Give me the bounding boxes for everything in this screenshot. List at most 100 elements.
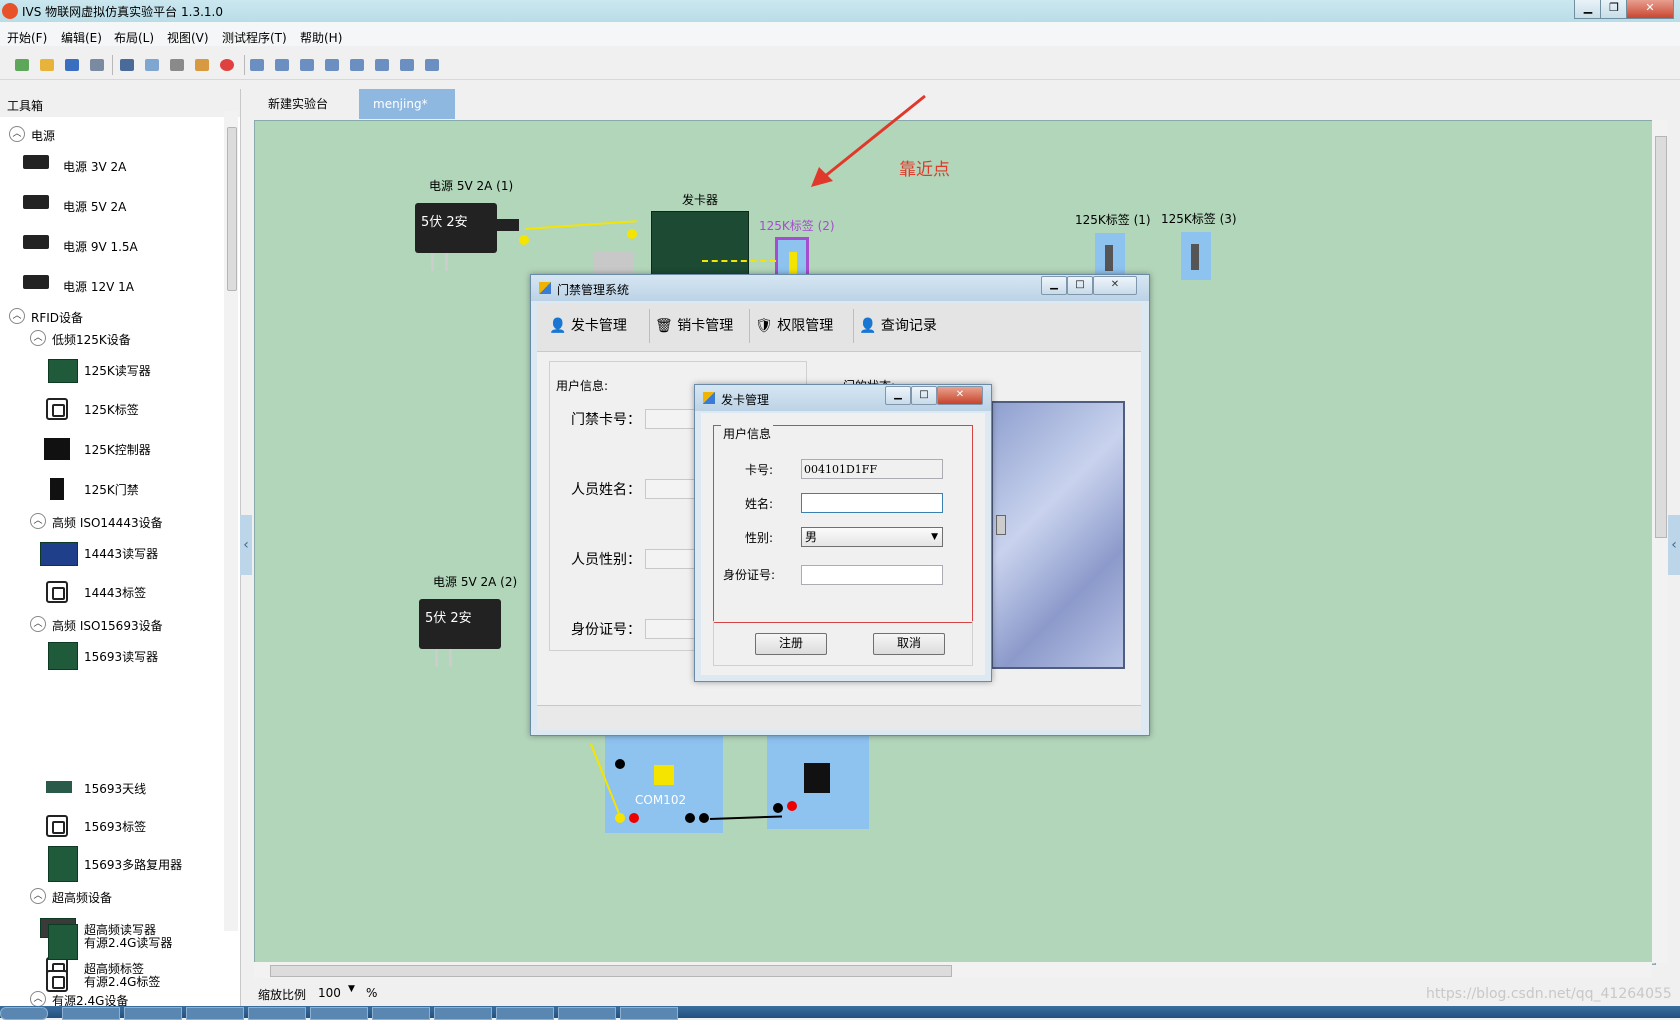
id-number-label: 身份证号：: [571, 622, 641, 638]
register-button[interactable]: 注册: [755, 633, 827, 655]
maximize-button[interactable]: □: [911, 386, 937, 405]
menu-help[interactable]: 帮助(H): [300, 29, 342, 46]
card-number-field[interactable]: [645, 409, 697, 429]
cut-icon[interactable]: [120, 59, 134, 71]
wire-endpoint[interactable]: [519, 235, 529, 245]
tool-label: 有源2.4G标签: [84, 975, 161, 989]
paste-icon[interactable]: [195, 59, 209, 71]
tab-new-bench[interactable]: 新建实验台: [254, 89, 343, 119]
canvas-hscrollbar[interactable]: [254, 962, 1652, 978]
collapse-icon[interactable]: ︿: [30, 513, 46, 529]
power-supply-2[interactable]: 5伏 2安: [419, 599, 501, 649]
taskbar-app[interactable]: [496, 1007, 554, 1020]
copy-icon[interactable]: [145, 59, 159, 71]
menu-layout[interactable]: 布局(L): [114, 29, 154, 46]
align-bottom-icon[interactable]: [300, 59, 314, 71]
maximize-button[interactable]: ❐: [1600, 0, 1628, 19]
collapse-right-icon[interactable]: ‹: [1668, 515, 1680, 575]
collapse-left-icon[interactable]: ‹: [240, 515, 252, 575]
minimize-button[interactable]: ▁: [1574, 0, 1602, 19]
maximize-button[interactable]: □: [1067, 276, 1093, 295]
close-button[interactable]: ✕: [1093, 276, 1137, 295]
tab-menjing[interactable]: menjing*: [359, 89, 455, 119]
zoom-value[interactable]: 100: [318, 986, 341, 1000]
gender-select[interactable]: 男 ▼: [801, 527, 943, 547]
name-input[interactable]: [801, 493, 943, 513]
scissors-icon[interactable]: [170, 59, 184, 71]
tag-icon: [46, 970, 68, 992]
id-number-input[interactable]: [801, 565, 943, 585]
align-center-icon[interactable]: [350, 59, 364, 71]
terminal-dot[interactable]: [685, 813, 695, 823]
terminal-dot[interactable]: [629, 813, 639, 823]
save-as-icon[interactable]: [90, 59, 104, 71]
permission-tab[interactable]: 🛡 权限管理: [755, 315, 833, 335]
terminal-dot[interactable]: [787, 801, 797, 811]
taskbar-app[interactable]: [248, 1007, 306, 1020]
app-window-icon: [703, 392, 715, 404]
collapse-icon[interactable]: ︿: [30, 888, 46, 904]
open-icon[interactable]: [40, 59, 54, 71]
close-button[interactable]: ✕: [1626, 0, 1674, 19]
new-icon[interactable]: [15, 59, 29, 71]
person-name-field[interactable]: [645, 479, 697, 499]
zoom-dropdown-icon[interactable]: ▼: [348, 984, 355, 994]
taskbar-app[interactable]: [620, 1007, 678, 1020]
align-top-icon[interactable]: [250, 59, 264, 71]
card-number-input[interactable]: 004101D1FF: [801, 459, 943, 479]
taskbar-app[interactable]: [186, 1007, 244, 1020]
collapse-icon[interactable]: ︿: [30, 616, 46, 632]
door-lock-device[interactable]: [767, 733, 869, 829]
start-button[interactable]: [0, 1007, 48, 1020]
save-icon[interactable]: [65, 59, 79, 71]
toolbar-separator: [244, 55, 245, 75]
same-size-icon[interactable]: [400, 59, 414, 71]
taskbar-app[interactable]: [310, 1007, 368, 1020]
trash-icon: 🗑: [655, 318, 673, 334]
person-gender-field[interactable]: [645, 549, 697, 569]
canvas-vscrollbar[interactable]: [1652, 120, 1668, 963]
issue-card-tab[interactable]: 👤 发卡管理: [549, 315, 627, 335]
terminal-dot[interactable]: [699, 813, 709, 823]
align-right-icon[interactable]: [375, 59, 389, 71]
id-number-field[interactable]: [645, 619, 697, 639]
minimize-button[interactable]: ▁: [885, 386, 911, 405]
query-records-tab[interactable]: 👤 查询记录: [859, 315, 937, 335]
collapse-icon[interactable]: ︿: [9, 126, 25, 142]
tag-icon: [46, 581, 68, 603]
scroll-thumb[interactable]: [270, 965, 952, 977]
collapse-icon[interactable]: ︿: [30, 330, 46, 346]
taskbar-app[interactable]: [558, 1007, 616, 1020]
scroll-thumb[interactable]: [1655, 136, 1667, 538]
close-button[interactable]: ✕: [937, 386, 983, 405]
taskbar-app[interactable]: [62, 1007, 120, 1020]
minimize-button[interactable]: ▁: [1041, 276, 1067, 295]
terminal-dot[interactable]: [615, 759, 625, 769]
collapse-icon[interactable]: ︿: [9, 308, 25, 324]
controller-com102[interactable]: COM102: [605, 733, 723, 833]
terminal-dot[interactable]: [773, 803, 783, 813]
bring-front-icon[interactable]: [425, 59, 439, 71]
zoom-percent: %: [366, 986, 378, 1000]
card-issuer-device[interactable]: [651, 211, 749, 279]
toolbox-scrollbar[interactable]: [224, 111, 238, 931]
align-left-icon[interactable]: [325, 59, 339, 71]
taskbar-app[interactable]: [434, 1007, 492, 1020]
tool-label: 14443标签: [84, 586, 147, 600]
taskbar-app[interactable]: [372, 1007, 430, 1020]
cancel-card-tab[interactable]: 🗑 销卡管理: [655, 315, 733, 335]
menu-start[interactable]: 开始(F): [7, 29, 47, 46]
menu-test[interactable]: 测试程序(T): [222, 29, 287, 46]
menu-view[interactable]: 视图(V): [167, 29, 209, 46]
align-middle-icon[interactable]: [275, 59, 289, 71]
power-supply-1[interactable]: 5伏 2安: [415, 203, 497, 253]
collapse-icon[interactable]: ︿: [30, 991, 46, 1007]
scroll-thumb[interactable]: [227, 127, 237, 291]
taskbar-app[interactable]: [124, 1007, 182, 1020]
power-supply-icon: [23, 155, 49, 169]
cancel-button[interactable]: 取消: [873, 633, 945, 655]
tag-125k-3[interactable]: [1181, 232, 1211, 280]
wire-endpoint[interactable]: [627, 229, 637, 239]
menu-edit[interactable]: 编辑(E): [61, 29, 102, 46]
delete-icon[interactable]: [220, 59, 234, 71]
